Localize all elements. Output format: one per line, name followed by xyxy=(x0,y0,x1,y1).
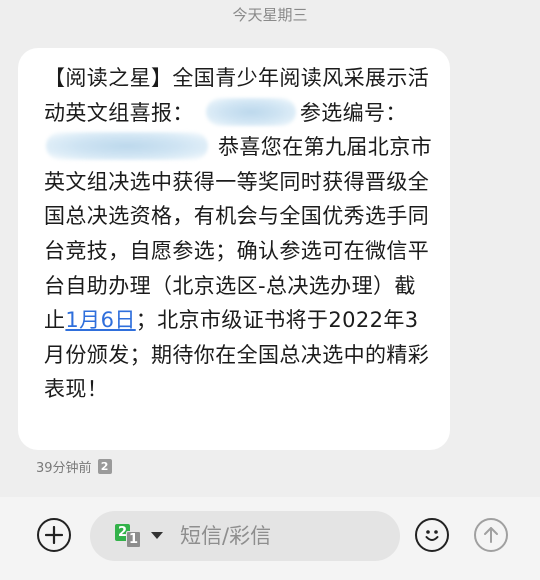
date-link[interactable]: 1月6日 xyxy=(65,308,135,332)
message-input[interactable] xyxy=(180,524,390,548)
composer-bar: 2 1 xyxy=(0,497,540,580)
message-input-container[interactable]: 2 1 xyxy=(90,511,400,561)
message-meta: 39分钟前 2 xyxy=(36,457,112,476)
message-bubble[interactable]: 【阅读之星】全国青少年阅读风采展示活动英文组喜报： 参选编号：恭喜您在第九届北京市… xyxy=(18,48,450,450)
sim-selector[interactable]: 2 1 xyxy=(114,511,168,561)
redacted-id xyxy=(46,132,208,161)
chevron-down-icon xyxy=(151,532,163,539)
message-text-part2: 参选编号： xyxy=(299,100,407,125)
emoji-icon xyxy=(425,530,439,541)
plus-icon xyxy=(45,526,63,544)
sim-badge: 2 xyxy=(97,459,112,474)
message-text-part3: 恭喜您在第九届北京市英文组决选中获得一等奖同时获得晋级全国总决选资格，有机会与全… xyxy=(44,135,432,333)
message-timestamp: 39分钟前 xyxy=(36,461,92,476)
send-arrow-icon xyxy=(484,527,498,543)
send-button[interactable] xyxy=(474,518,508,552)
emoji-button[interactable] xyxy=(415,518,449,552)
redacted-name xyxy=(205,97,296,126)
date-separator: 今天星期三 xyxy=(232,6,308,24)
attach-button[interactable] xyxy=(37,518,71,552)
sim-secondary-badge: 1 xyxy=(126,531,141,548)
message-text: 【阅读之星】全国青少年阅读风采展示活动英文组喜报： 参选编号：恭喜您在第九届北京市… xyxy=(44,61,434,407)
